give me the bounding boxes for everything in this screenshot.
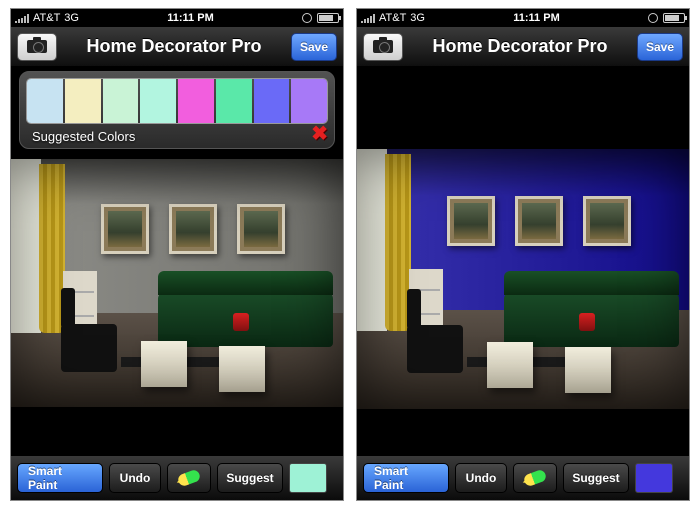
status-left: AT&T 3G	[15, 12, 79, 24]
undo-button[interactable]: Undo	[455, 463, 507, 493]
marker-button[interactable]	[167, 463, 211, 493]
current-color-swatch[interactable]	[635, 463, 673, 493]
toolbar: Smart Paint Undo Suggest	[357, 456, 689, 500]
color-swatch[interactable]	[178, 79, 214, 123]
alarm-icon	[648, 13, 658, 23]
clock: 11:11 PM	[79, 12, 302, 24]
color-swatch[interactable]	[254, 79, 290, 123]
signal-icon	[361, 14, 375, 23]
color-swatch[interactable]	[291, 79, 327, 123]
room-photo[interactable]	[357, 149, 689, 409]
status-left: AT&T 3G	[361, 12, 425, 24]
marker-icon	[177, 469, 202, 488]
status-right	[302, 13, 339, 23]
color-swatch[interactable]	[216, 79, 252, 123]
camera-button[interactable]	[363, 33, 403, 61]
clock: 11:11 PM	[425, 12, 648, 24]
save-button[interactable]: Save	[637, 33, 683, 61]
status-right	[648, 13, 685, 23]
toolbar: Smart Paint Undo Suggest	[11, 456, 343, 500]
app-title: Home Decorator Pro	[63, 36, 285, 57]
palette-label: Suggested Colors	[32, 129, 135, 144]
marker-button[interactable]	[513, 463, 557, 493]
nav-bar: Home Decorator Pro Save	[11, 27, 343, 67]
alarm-icon	[302, 13, 312, 23]
phone-screen-left: AT&T 3G 11:11 PM Home Decorator Pro Save	[10, 8, 344, 501]
suggested-colors-panel: Suggested Colors ✖	[19, 71, 335, 149]
save-button[interactable]: Save	[291, 33, 337, 61]
close-icon[interactable]: ✖	[311, 121, 328, 146]
status-bar: AT&T 3G 11:11 PM	[357, 9, 689, 27]
swatch-row	[26, 78, 328, 124]
nav-bar: Home Decorator Pro Save	[357, 27, 689, 67]
color-swatch[interactable]	[65, 79, 101, 123]
camera-icon	[373, 40, 393, 53]
network-label: 3G	[410, 12, 425, 24]
app-title: Home Decorator Pro	[409, 36, 631, 57]
smart-paint-button[interactable]: Smart Paint	[363, 463, 449, 493]
battery-icon	[663, 13, 685, 23]
undo-button[interactable]: Undo	[109, 463, 161, 493]
status-bar: AT&T 3G 11:11 PM	[11, 9, 343, 27]
battery-icon	[317, 13, 339, 23]
phone-screen-right: AT&T 3G 11:11 PM Home Decorator Pro Save	[356, 8, 690, 501]
color-swatch[interactable]	[27, 79, 63, 123]
signal-icon	[15, 14, 29, 23]
content-area	[357, 67, 689, 456]
smart-paint-button[interactable]: Smart Paint	[17, 463, 103, 493]
suggest-button[interactable]: Suggest	[563, 463, 629, 493]
suggest-button[interactable]: Suggest	[217, 463, 283, 493]
current-color-swatch[interactable]	[289, 463, 327, 493]
room-photo[interactable]	[11, 159, 343, 407]
carrier-label: AT&T	[33, 12, 60, 24]
color-swatch[interactable]	[103, 79, 139, 123]
network-label: 3G	[64, 12, 79, 24]
camera-button[interactable]	[17, 33, 57, 61]
marker-icon	[523, 469, 548, 488]
color-swatch[interactable]	[140, 79, 176, 123]
carrier-label: AT&T	[379, 12, 406, 24]
camera-icon	[27, 40, 47, 53]
content-area: Suggested Colors ✖	[11, 67, 343, 456]
